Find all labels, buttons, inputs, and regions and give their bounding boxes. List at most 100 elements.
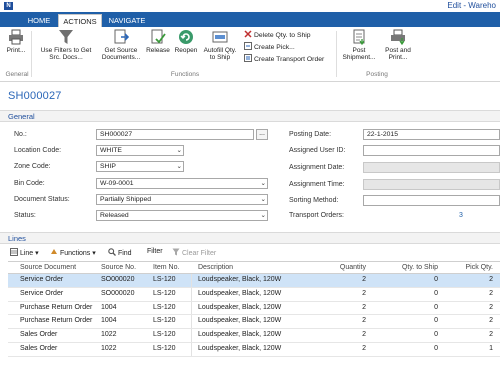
cell-pick-qty[interactable]: 2: [448, 317, 493, 324]
get-source-documents-button[interactable]: Get Source Documents...: [100, 29, 142, 61]
cell-item-no[interactable]: LS-120: [153, 331, 176, 338]
functions-menu-label: Functions: [59, 250, 91, 257]
cell-source-document[interactable]: Service Order: [20, 290, 63, 297]
posting-date-value: 22-1-2015: [367, 131, 398, 138]
cell-source-no[interactable]: 1022: [101, 345, 117, 352]
column-header-qty-to-ship[interactable]: Qty. to Ship: [382, 264, 438, 271]
no-assist-button[interactable]: ...: [256, 129, 268, 140]
cell-pick-qty[interactable]: 2: [448, 304, 493, 311]
release-icon: [151, 29, 166, 44]
create-pick-button[interactable]: Create Pick...: [244, 42, 295, 52]
posting-date-field[interactable]: 22-1-2015: [363, 129, 500, 140]
transport-orders-link[interactable]: 3: [459, 212, 463, 219]
document-status-label: Document Status:: [14, 196, 70, 203]
cell-pick-qty[interactable]: 2: [448, 331, 493, 338]
cell-item-no[interactable]: LS-120: [153, 345, 176, 352]
cell-source-no[interactable]: 1022: [101, 331, 117, 338]
document-status-field[interactable]: Partially Shipped ⌄: [96, 194, 268, 205]
cell-source-no[interactable]: 1004: [101, 304, 117, 311]
cell-source-document[interactable]: Sales Order: [20, 345, 57, 352]
tab-home[interactable]: HOME: [20, 14, 58, 27]
cell-qty-to-ship[interactable]: 0: [382, 331, 438, 338]
assigned-user-id-label: Assigned User ID:: [289, 147, 346, 154]
cell-description[interactable]: Loudspeaker, Black, 120W: [198, 276, 281, 283]
lines-section-header[interactable]: Lines: [0, 232, 500, 244]
cell-quantity[interactable]: 2: [328, 317, 366, 324]
status-field[interactable]: Released ⌄: [96, 210, 268, 221]
cell-quantity[interactable]: 2: [328, 345, 366, 352]
use-filters-label-2: Src. Docs...: [49, 54, 83, 61]
assigned-user-id-field[interactable]: [363, 145, 500, 156]
delete-qty-to-ship-button[interactable]: Delete Qty. to Ship: [244, 30, 311, 40]
zone-code-field[interactable]: SHIP ⌄: [96, 161, 184, 172]
reopen-button[interactable]: Reopen: [173, 29, 199, 54]
cell-description[interactable]: Loudspeaker, Black, 120W: [198, 345, 281, 352]
find-button[interactable]: Find: [108, 248, 132, 257]
cell-quantity[interactable]: 2: [328, 304, 366, 311]
cell-qty-to-ship[interactable]: 0: [382, 317, 438, 324]
cell-description[interactable]: Loudspeaker, Black, 120W: [198, 331, 281, 338]
cell-item-no[interactable]: LS-120: [153, 276, 176, 283]
post-shipment-button[interactable]: Post Shipment...: [340, 29, 378, 61]
cell-qty-to-ship[interactable]: 0: [382, 304, 438, 311]
autofill-qty-to-ship-button[interactable]: Autofill Qty. to Ship: [200, 29, 240, 61]
cell-source-no[interactable]: SO000020: [101, 290, 134, 297]
table-row[interactable]: Purchase Return Order 1004 LS-120 Loudspeak…: [8, 315, 500, 330]
cell-source-no[interactable]: 1004: [101, 317, 117, 324]
location-code-value: WHITE: [100, 147, 122, 154]
cell-source-document[interactable]: Service Order: [20, 276, 63, 283]
cell-description[interactable]: Loudspeaker, Black, 120W: [198, 304, 281, 311]
location-code-field[interactable]: WHITE ⌄: [96, 145, 184, 156]
cell-description[interactable]: Loudspeaker, Black, 120W: [198, 317, 281, 324]
table-row[interactable]: Purchase Return Order 1004 LS-120 Loudspeak…: [8, 301, 500, 316]
chevron-down-icon: ⌄: [260, 212, 266, 219]
bin-code-field[interactable]: W-09-0001 ⌄: [96, 178, 268, 189]
cell-item-no[interactable]: LS-120: [153, 317, 176, 324]
column-header-item-no[interactable]: Item No.: [153, 264, 179, 271]
tab-navigate[interactable]: NAVIGATE: [104, 14, 150, 27]
table-row[interactable]: Sales Order 1022 LS-120 Loudspeaker, Black,…: [8, 329, 500, 343]
table-row[interactable]: Service Order SO000020 LS-120 Loudspeaker, …: [8, 274, 500, 288]
column-divider: [191, 329, 192, 342]
create-transport-order-button[interactable]: Create Transport Order: [244, 54, 324, 64]
column-divider: [191, 342, 192, 356]
sorting-method-field[interactable]: [363, 195, 500, 206]
clear-filter-button[interactable]: Clear Filter: [172, 248, 216, 257]
release-button[interactable]: Release: [145, 29, 171, 54]
functions-menu-button[interactable]: Functions ▾: [50, 248, 96, 257]
cell-source-no[interactable]: SO000020: [101, 276, 134, 283]
use-filters-button[interactable]: Use Filters to Get Src. Docs...: [36, 29, 96, 61]
table-row[interactable]: Sales Order 1022 LS-120 Loudspeaker, Black,…: [8, 342, 500, 357]
no-field[interactable]: SH000027: [96, 129, 254, 140]
column-header-description[interactable]: Description: [198, 264, 233, 271]
table-body: Service Order SO000020 LS-120 Loudspeaker, …: [8, 274, 500, 357]
general-section-header[interactable]: General: [0, 110, 500, 122]
print-button[interactable]: Print...: [4, 29, 28, 54]
cell-description[interactable]: Loudspeaker, Black, 120W: [198, 290, 281, 297]
cell-quantity[interactable]: 2: [328, 331, 366, 338]
cell-source-document[interactable]: Purchase Return Order: [20, 304, 92, 311]
title-bar: N Edit - Wareho: [0, 0, 500, 12]
tab-actions[interactable]: ACTIONS: [58, 14, 102, 27]
cell-qty-to-ship[interactable]: 0: [382, 290, 438, 297]
cell-source-document[interactable]: Sales Order: [20, 331, 57, 338]
cell-source-document[interactable]: Purchase Return Order: [20, 317, 92, 324]
cell-item-no[interactable]: LS-120: [153, 290, 176, 297]
post-and-print-button[interactable]: Post and Print...: [381, 29, 415, 61]
cell-pick-qty[interactable]: 2: [448, 290, 493, 297]
line-menu-label: Line: [19, 250, 34, 257]
filter-button[interactable]: Filter: [147, 248, 163, 255]
cell-qty-to-ship[interactable]: 0: [382, 345, 438, 352]
cell-quantity[interactable]: 2: [328, 290, 366, 297]
column-header-pick-qty[interactable]: Pick Qty.: [448, 264, 493, 271]
column-header-source-document[interactable]: Source Document: [20, 264, 76, 271]
cell-qty-to-ship[interactable]: 0: [382, 276, 438, 283]
line-menu-button[interactable]: Line ▾: [10, 248, 39, 257]
column-header-quantity[interactable]: Quantity: [328, 264, 366, 271]
column-header-source-no[interactable]: Source No.: [101, 264, 136, 271]
cell-quantity[interactable]: 2: [328, 276, 366, 283]
cell-pick-qty[interactable]: 1: [448, 345, 493, 352]
cell-item-no[interactable]: LS-120: [153, 304, 176, 311]
cell-pick-qty[interactable]: 2: [448, 276, 493, 283]
table-row[interactable]: Service Order SO000020 LS-120 Loudspeaker, …: [8, 287, 500, 302]
